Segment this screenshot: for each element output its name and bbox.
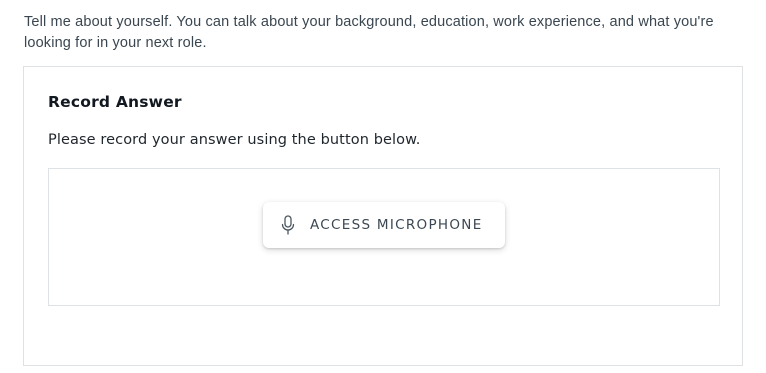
record-instructions: Please record your answer using the butt… (48, 132, 421, 148)
recorder-area: ACCESS MICROPHONE (48, 168, 720, 306)
record-answer-card: Record Answer Please record your answer … (23, 66, 743, 366)
access-microphone-button[interactable]: ACCESS MICROPHONE (263, 202, 505, 248)
question-prompt: Tell me about yourself. You can talk abo… (24, 14, 714, 51)
microphone-icon (281, 215, 295, 235)
record-answer-title: Record Answer (48, 93, 182, 111)
access-microphone-label: ACCESS MICROPHONE (310, 217, 483, 233)
